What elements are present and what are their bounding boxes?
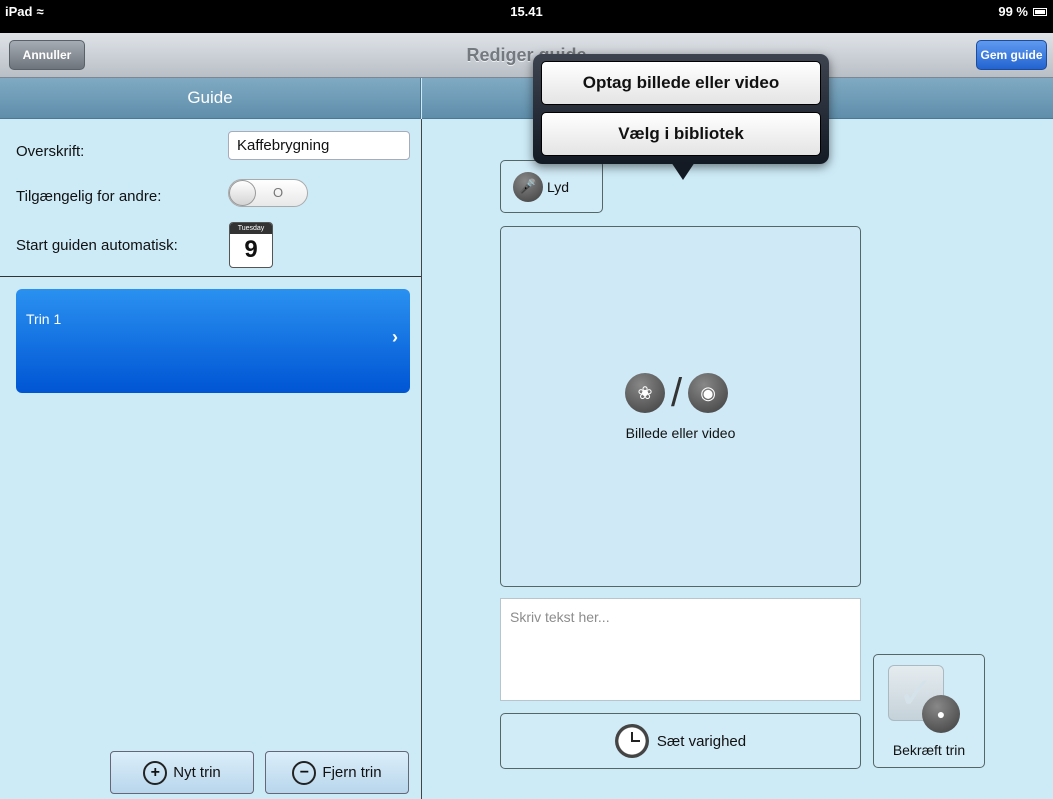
clock-icon xyxy=(614,724,649,758)
page-title: Rediger guide xyxy=(466,45,587,65)
plus-circle-icon: + xyxy=(143,760,168,785)
form-divider xyxy=(0,276,421,277)
media-picker[interactable]: ❀ / ◉ Billede eller video xyxy=(500,226,861,587)
set-duration-button[interactable]: Sæt varighed xyxy=(500,713,861,769)
status-bar: iPad ≈ 15.41 99 % xyxy=(0,0,1053,33)
new-step-label: Nyt trin xyxy=(173,764,221,781)
autostart-label: Start guiden automatisk: xyxy=(16,237,178,254)
save-guide-button[interactable]: Gem guide xyxy=(976,40,1047,70)
battery-icon xyxy=(1033,7,1047,16)
audio-label: Lyd xyxy=(547,178,570,195)
slash-separator: / xyxy=(671,371,683,415)
battery-percent: 99 % xyxy=(998,4,1028,19)
minus-circle-icon: − xyxy=(292,760,317,785)
remove-step-label: Fjern trin xyxy=(322,764,382,781)
lock-icon: ● xyxy=(922,695,960,733)
film-reel-icon: ❀ xyxy=(625,373,665,413)
chevron-right-icon: › xyxy=(392,327,398,347)
navigation-bar: Annuller Rediger guide Gem guide xyxy=(0,33,1053,78)
popover-arrow xyxy=(671,162,695,180)
new-step-button[interactable]: + Nyt trin xyxy=(110,751,254,794)
status-time: 15.41 xyxy=(510,4,543,19)
guide-section-header: Guide xyxy=(0,78,421,119)
title-field[interactable]: Kaffebrygning xyxy=(228,131,410,160)
calendar-date: 9 xyxy=(244,236,258,263)
step-label: Trin 1 xyxy=(26,311,62,327)
title-label: Overskrift: xyxy=(16,143,85,160)
step-list-item[interactable]: Trin 1 › xyxy=(16,289,410,393)
capture-media-button[interactable]: Optag billede eller video xyxy=(541,61,821,105)
set-duration-label: Sæt varighed xyxy=(656,732,747,750)
available-toggle[interactable]: O xyxy=(228,179,308,207)
microphone-icon: 🎤 xyxy=(513,171,543,202)
media-label: Billede eller video xyxy=(625,425,736,441)
step-text-input[interactable]: Skriv tekst her... xyxy=(500,598,861,701)
panel-divider xyxy=(421,119,422,799)
remove-step-button[interactable]: − Fjern trin xyxy=(265,751,409,794)
choose-from-library-button[interactable]: Vælg i bibliotek xyxy=(541,112,821,156)
audio-button[interactable]: 🎤 Lyd xyxy=(500,160,603,213)
camera-icon: ◉ xyxy=(688,373,729,413)
calendar-day: Tuesday xyxy=(230,223,272,234)
media-source-popover: Optag billede eller video Vælg i bibliot… xyxy=(533,54,829,164)
available-label: Tilgængelig for andre: xyxy=(16,188,162,205)
confirm-step-label: Bekræft trin xyxy=(892,742,966,758)
calendar-icon[interactable]: Tuesday 9 xyxy=(229,222,273,268)
toggle-off-indicator: O xyxy=(273,185,284,200)
toggle-knob xyxy=(229,180,256,206)
confirm-step-button[interactable]: ✓ ● Bekræft trin xyxy=(873,654,985,768)
